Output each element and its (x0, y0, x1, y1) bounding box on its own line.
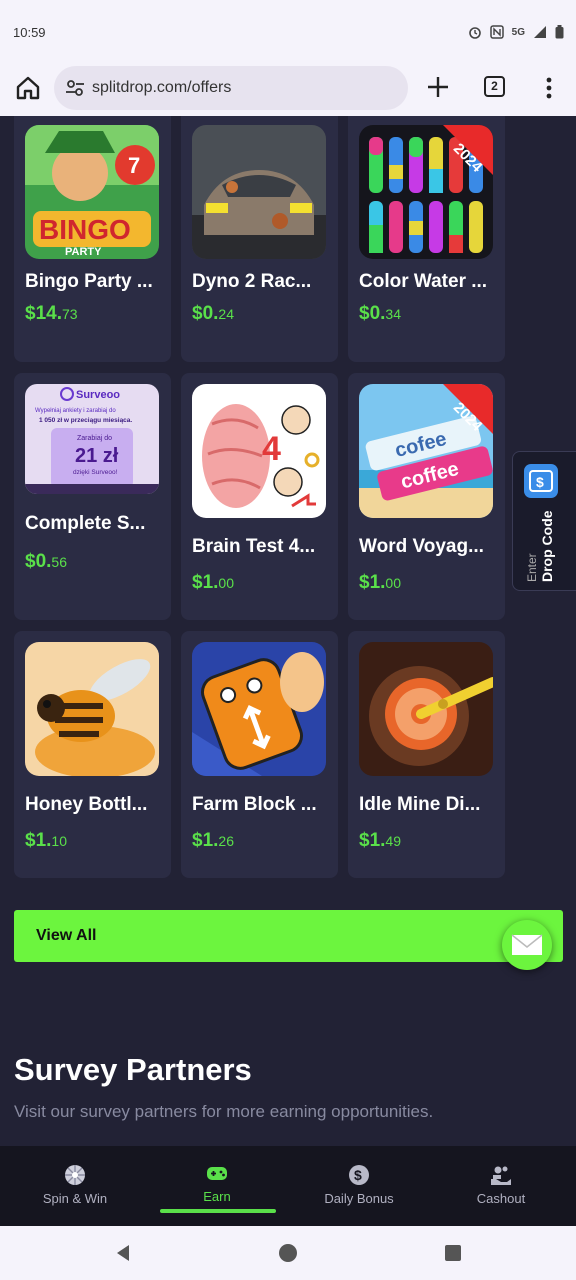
svg-text:Wypełniaj ankiety i zarabiaj d: Wypełniaj ankiety i zarabiaj do (35, 408, 116, 414)
offer-card-farm-block[interactable]: Farm Block ... $1.26 (181, 631, 338, 878)
offer-thumbnail: 4 (192, 384, 326, 518)
svg-text:4: 4 (262, 430, 281, 468)
svg-text:7: 7 (128, 153, 140, 178)
browser-toolbar: splitdrop.com/offers 2 (0, 62, 576, 116)
offer-price: $0.56 (25, 551, 67, 572)
offer-price: $1.00 (359, 572, 401, 593)
svg-text:PARTY: PARTY (65, 246, 102, 258)
nav-label: Cashout (476, 1191, 526, 1206)
nav-cashout[interactable]: Cashout (429, 1146, 573, 1226)
offer-thumbnail: 7 BINGO PARTY (25, 125, 159, 259)
offer-thumbnail (359, 642, 493, 776)
mail-button[interactable] (502, 920, 552, 970)
dollar-coin-icon: $ (349, 1165, 369, 1185)
active-tab-indicator (160, 1209, 276, 1213)
alarm-icon (468, 27, 481, 39)
offer-thumbnail (192, 125, 326, 259)
battery-icon (555, 25, 564, 39)
cashout-hand-icon (491, 1166, 511, 1185)
svg-text:dzięki Surveoo!: dzięki Surveoo! (73, 469, 118, 476)
offer-thumbnail (192, 642, 326, 776)
spin-wheel-icon (65, 1165, 85, 1185)
offer-title: Bingo Party ... (25, 271, 153, 292)
svg-text:Zarabiaj do: Zarabiaj do (77, 435, 112, 442)
offer-price: $1.49 (359, 830, 401, 851)
svg-text:Surveoo: Surveoo (76, 389, 120, 401)
gamepad-icon (207, 1167, 227, 1180)
offer-price: $1.26 (192, 830, 234, 851)
survey-partners-subtitle: Visit our survey partners for more earni… (14, 1102, 434, 1121)
offer-thumbnail (25, 642, 159, 776)
offer-card-word-voyage[interactable]: cofee coffee 2024 Word Voyag... $1.00 (348, 373, 505, 620)
offer-title: Farm Block ... (192, 794, 317, 815)
back-icon[interactable] (113, 1243, 133, 1263)
offer-price: $1.00 (192, 572, 234, 593)
status-bar: 10:59 5G (0, 0, 576, 62)
offer-title: Word Voyag... (359, 536, 484, 557)
offer-card-bingo-party[interactable]: 7 BINGO PARTY Bingo Party ... $14.73 (14, 116, 171, 362)
nfc-icon (489, 25, 504, 39)
nav-label: Daily Bonus (324, 1191, 394, 1206)
offer-card-honey-bottle[interactable]: Honey Bottl... $1.10 (14, 631, 171, 878)
home-nav-icon[interactable] (278, 1243, 298, 1263)
mail-icon (511, 934, 543, 955)
home-icon[interactable] (14, 74, 42, 102)
nav-daily-bonus[interactable]: $ Daily Bonus (287, 1146, 431, 1226)
offer-card-complete-survey[interactable]: Surveoo Wypełniaj ankiety i zarabiaj do … (14, 373, 171, 620)
offer-title: Idle Mine Di... (359, 794, 481, 815)
address-bar[interactable]: splitdrop.com/offers (54, 66, 408, 110)
dollar-ticket-icon: $ (524, 464, 558, 498)
tab-switcher-button[interactable]: 2 (484, 76, 505, 97)
offer-card-brain-test-4[interactable]: 4 Brain Test 4... $1.00 (181, 373, 338, 620)
nav-label: Earn (203, 1189, 231, 1204)
offer-title: Dyno 2 Rac... (192, 271, 312, 292)
svg-text:21 zł: 21 zł (75, 445, 119, 467)
offer-thumbnail: cofee coffee 2024 (359, 384, 493, 518)
network-type: 5G (511, 26, 525, 38)
page-content: 7 BINGO PARTY Bingo Party ... $14.73 Dyn… (0, 116, 576, 1146)
more-menu-icon[interactable] (540, 76, 558, 100)
drop-code-label: Enter Drop Code (525, 510, 555, 582)
offer-card-dyno-2[interactable]: Dyno 2 Rac... $0.24 (181, 116, 338, 362)
offer-title: Honey Bottl... (25, 794, 148, 815)
svg-text:1 050 zł w przeciągu miesiąca.: 1 050 zł w przeciągu miesiąca. (39, 417, 132, 424)
status-time: 10:59 (13, 25, 46, 40)
url-text: splitdrop.com/offers (92, 79, 232, 96)
new-tab-icon[interactable] (425, 74, 451, 100)
offer-thumbnail: Surveoo Wypełniaj ankiety i zarabiaj do … (25, 384, 159, 494)
signal-icon (534, 26, 546, 38)
svg-text:$: $ (354, 1167, 362, 1183)
offer-thumbnail: 2024 (359, 125, 493, 259)
offer-price: $1.10 (25, 830, 67, 851)
nav-spin-and-win[interactable]: Spin & Win (3, 1146, 147, 1226)
nav-earn[interactable]: Earn (145, 1146, 289, 1226)
offer-title: Brain Test 4... (192, 536, 316, 557)
offer-card-idle-mine[interactable]: Idle Mine Di... $1.49 (348, 631, 505, 878)
site-settings-icon[interactable] (64, 77, 86, 99)
survey-partners-heading: Survey Partners (14, 1052, 252, 1087)
bottom-navigation: Spin & Win Earn $ Daily Bonus Cashout (0, 1146, 576, 1226)
svg-text:BINGO: BINGO (39, 214, 131, 245)
offer-title: Color Water ... (359, 271, 488, 292)
offer-price: $14.73 (25, 303, 78, 324)
offer-card-color-water[interactable]: 2024 Color Water ... $0.34 (348, 116, 505, 362)
status-icons: 5G (468, 25, 564, 39)
offer-price: $0.24 (192, 303, 234, 324)
nav-label: Spin & Win (42, 1191, 108, 1206)
view-all-label: View All (36, 927, 97, 944)
offer-title: Complete S... (25, 513, 146, 534)
view-all-button[interactable]: View All (14, 910, 563, 962)
offer-price: $0.34 (359, 303, 401, 324)
recents-icon[interactable] (444, 1244, 462, 1262)
svg-text:$: $ (536, 474, 544, 490)
drop-code-tab[interactable]: $ Enter Drop Code (512, 451, 576, 591)
system-navigation-bar (0, 1226, 576, 1280)
